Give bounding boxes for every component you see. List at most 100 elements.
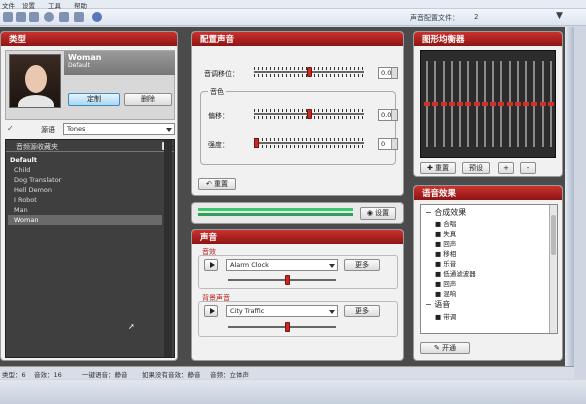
list-item[interactable]: ■ 乐音	[435, 258, 456, 268]
offset-value[interactable]: 0.00	[378, 109, 398, 121]
type-panel-title: 类型	[1, 32, 177, 46]
group-default[interactable]: Default	[10, 156, 37, 164]
list-item[interactable]: Man	[14, 206, 28, 214]
timbre-group-label: 音色	[208, 87, 226, 97]
list-item[interactable]: I Robot	[14, 196, 37, 204]
fx-list: − 合成效果 ■ 合唱 ■ 失真 ■ 回声 ■ 移相 ■ 乐音 ■ 低通滤波器 …	[420, 204, 558, 334]
bg-volume-slider[interactable]	[228, 322, 336, 332]
type-panel: 类型 Woman Default 定制 删除 ✓ 源语 Tones 音频源收藏夹…	[0, 31, 178, 361]
eq-band-handle[interactable]	[448, 102, 455, 106]
eq-panel-title: 图形均衡器	[414, 32, 562, 46]
eq-band-handle[interactable]	[432, 102, 439, 106]
eq-band-handle[interactable]	[531, 102, 538, 106]
filter-icon[interactable]: ▼	[556, 11, 563, 21]
eq-band-handle[interactable]	[514, 102, 521, 106]
effect-play-button[interactable]	[204, 259, 218, 271]
strength-label: 强度：	[208, 141, 229, 149]
eq-add-button[interactable]: +	[498, 162, 514, 174]
fx-group-synth[interactable]: − 合成效果	[425, 207, 466, 218]
eq-band-handle[interactable]	[465, 102, 472, 106]
voice-card: Woman Default 定制 删除	[5, 50, 175, 120]
check-icon: ✓	[7, 124, 14, 133]
image-icon[interactable]	[59, 12, 69, 22]
source-select[interactable]: Tones	[63, 123, 175, 135]
list-item-selected[interactable]: Woman	[14, 216, 38, 224]
eq-band-handle[interactable]	[548, 102, 554, 106]
eq-band-handle[interactable]	[506, 102, 513, 106]
window-right-edge	[565, 27, 574, 378]
custom-button[interactable]: 定制	[68, 93, 120, 106]
list-item[interactable]: ■ 混响	[435, 288, 456, 298]
bg-play-button[interactable]	[204, 305, 218, 317]
list-item[interactable]: ■ 回声	[435, 278, 456, 288]
eq-panel: 图形均衡器 ✚ 重置 预设 + -	[413, 31, 563, 177]
eq-band-handle[interactable]	[498, 102, 505, 106]
open-icon[interactable]	[16, 12, 26, 22]
voice-list: 音频源收藏夹 Default Child Dog Translator Hell…	[5, 139, 175, 358]
app-body: 类型 Woman Default 定制 删除 ✓ 源语 Tones 音频源收藏夹…	[0, 27, 574, 378]
source-label: 源语	[41, 126, 55, 134]
sound-panel-title: 声音	[192, 230, 403, 244]
fx-panel: 语音效果 − 合成效果 ■ 合唱 ■ 失真 ■ 回声 ■ 移相 ■ 乐音 ■ 低…	[413, 185, 563, 361]
eq-band-handle[interactable]	[490, 102, 497, 106]
list-scrollbar[interactable]	[164, 140, 172, 357]
eq-display[interactable]	[420, 50, 556, 158]
config-value[interactable]: 2	[474, 13, 478, 21]
effect-more-button[interactable]: 更多	[344, 259, 380, 271]
voice-header: Woman Default	[64, 51, 175, 75]
menu-bar: 文件 设置 工具 帮助	[0, 0, 586, 10]
cursor-icon: ➚	[128, 322, 135, 331]
eq-preset-button[interactable]: 预设	[462, 162, 490, 174]
config-reset-button[interactable]: ↶ 重置	[198, 178, 236, 190]
fx-group-voice[interactable]: − 语音	[425, 299, 450, 310]
list-item[interactable]: ■ 回声	[435, 238, 456, 248]
tools-icon[interactable]	[74, 12, 84, 22]
list-item[interactable]: Child	[14, 166, 30, 174]
eq-band-handle[interactable]	[473, 102, 480, 106]
eq-reset-button[interactable]: ✚ 重置	[420, 162, 456, 174]
bg-more-button[interactable]: 更多	[344, 305, 380, 317]
help-icon[interactable]	[92, 12, 102, 22]
list-item[interactable]: ■ 合唱	[435, 218, 456, 228]
list-item[interactable]: Dog Translator	[14, 176, 61, 184]
settings-button[interactable]: ◉ 设置	[360, 207, 396, 220]
play-icon[interactable]	[29, 12, 39, 22]
eq-band-handle[interactable]	[424, 102, 430, 106]
list-item[interactable]: ■ 低通滤波器	[435, 268, 476, 278]
timbre-group	[200, 91, 396, 165]
eq-remove-button[interactable]: -	[520, 162, 536, 174]
eq-band-handle[interactable]	[481, 102, 488, 106]
pitch-slider[interactable]	[254, 67, 364, 77]
record-icon[interactable]	[44, 12, 54, 22]
status-audio: 音频：立体声	[210, 371, 249, 379]
status-hotkey: 一键语音：静音	[82, 371, 128, 379]
effect-volume-slider[interactable]	[228, 275, 336, 285]
delete-button[interactable]: 删除	[124, 93, 172, 106]
avatar	[9, 54, 61, 108]
list-item[interactable]: ■ 失真	[435, 228, 456, 238]
config-panel: 配置声音 音调移位： 0.00 音色 偏移： 0.00 强度： 0 ↶ 重置	[191, 31, 404, 196]
fx-scrollbar[interactable]	[549, 205, 557, 333]
status-effects: 音效：16	[34, 371, 62, 379]
eq-band-handle[interactable]	[539, 102, 546, 106]
toolbar: 声音配置文件： 2 ▼	[0, 9, 586, 26]
offset-slider[interactable]	[254, 109, 364, 119]
eq-band-handle[interactable]	[457, 102, 464, 106]
strength-value[interactable]: 0	[378, 138, 398, 150]
list-item[interactable]: Hell Demon	[14, 186, 52, 194]
fx-open-button[interactable]: ✎ 开通	[420, 342, 470, 354]
desktop-background	[0, 380, 586, 404]
bg-select[interactable]: City Traffic	[226, 305, 338, 317]
voice-subtitle: Default	[68, 62, 90, 69]
level-panel: ◉ 设置	[191, 202, 404, 224]
pitch-value[interactable]: 0.00	[378, 67, 398, 79]
list-item[interactable]: ■ 带调	[435, 311, 456, 321]
eq-band-handle[interactable]	[523, 102, 530, 106]
list-item[interactable]: ■ 移相	[435, 248, 456, 258]
status-bar: 类型：6 音效：16 一键语音：静音 如果没有音效：静音 音频：立体声	[0, 366, 574, 379]
level-meter-right	[198, 213, 353, 216]
new-icon[interactable]	[3, 12, 13, 22]
strength-slider[interactable]	[254, 138, 364, 148]
effect-select[interactable]: Alarm Clock	[226, 259, 338, 271]
eq-band-handle[interactable]	[440, 102, 447, 106]
